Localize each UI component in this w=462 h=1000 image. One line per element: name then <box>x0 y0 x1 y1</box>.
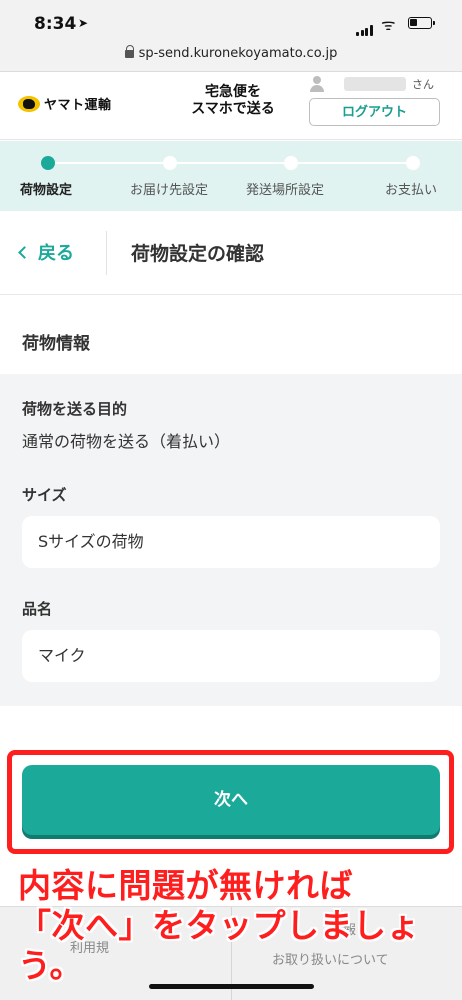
tagline-line-2: スマホで送る <box>191 101 275 117</box>
user-info: さん <box>310 76 434 92</box>
tagline-line-1: 宅急便を <box>205 84 261 100</box>
next-button[interactable]: 次へ <box>22 765 440 835</box>
logo-text: ヤマト運輸 <box>44 98 112 113</box>
wifi-icon: ᯤ <box>381 15 396 34</box>
location-arrow-icon: ➤ <box>78 16 89 30</box>
app-header: ヤマト運輸 宅急便を スマホで送る さん ログアウト <box>0 72 462 140</box>
user-icon <box>310 76 324 92</box>
parcel-info-form: 荷物を送る目的 通常の荷物を送る（着払い） サイズ Sサイズの荷物 品名 マイク <box>0 374 462 706</box>
page-title-bar: 戻る 荷物設定の確認 <box>0 211 462 295</box>
chevron-left-icon <box>18 245 31 259</box>
size-field[interactable]: Sサイズの荷物 <box>22 516 440 568</box>
yamato-logo[interactable]: ヤマト運輸 <box>18 94 112 113</box>
url-text: sp-send.kuronekoyamato.co.jp <box>138 46 338 61</box>
logout-button[interactable]: ログアウト <box>309 98 440 126</box>
step-label-3: 発送場所設定 <box>246 183 325 198</box>
user-name-suffix: さん <box>412 78 434 91</box>
purpose-label: 荷物を送る目的 <box>22 400 128 418</box>
size-label: サイズ <box>22 486 67 504</box>
cellular-signal-icon <box>356 17 374 36</box>
annotation-line-1: 内容に問題が無ければ <box>18 866 353 905</box>
lock-icon <box>124 45 135 58</box>
browser-url-bar[interactable]: sp-send.kuronekoyamato.co.jp <box>0 44 462 72</box>
step-label-1: 荷物設定 <box>20 183 73 198</box>
title-divider <box>106 231 107 275</box>
redacted-user-name <box>344 77 406 91</box>
step-label-4: お支払い <box>385 183 438 198</box>
battery-level <box>410 19 417 26</box>
step-dot-4 <box>406 156 420 170</box>
annotation-line-2: 「次へ」をタップしましょう。 <box>18 906 420 985</box>
item-name-label: 品名 <box>22 600 53 618</box>
status-time: 8:34 <box>34 14 77 34</box>
back-label: 戻る <box>38 243 74 264</box>
home-indicator[interactable] <box>149 984 314 989</box>
back-button[interactable]: 戻る <box>18 239 74 265</box>
purpose-value: 通常の荷物を送る（着払い） <box>22 432 231 451</box>
status-bar: 8:34 ➤ ᯤ <box>0 0 462 44</box>
black-cat-logo-icon <box>18 95 40 112</box>
annotation-caption: 内容に問題が無ければ 「次へ」をタップしましょう。 <box>18 866 462 986</box>
section-header: 荷物情報 <box>0 296 462 374</box>
step-label-2: お届け先設定 <box>130 183 209 198</box>
battery-icon <box>408 17 435 29</box>
service-tagline: 宅急便を スマホで送る <box>178 84 288 118</box>
section-title: 荷物情報 <box>22 334 90 354</box>
step-dot-3 <box>284 156 298 170</box>
progress-steps: 荷物設定 お届け先設定 発送場所設定 お支払い <box>0 141 462 211</box>
steps-track <box>48 162 414 164</box>
item-name-field[interactable]: マイク <box>22 630 440 682</box>
page-title: 荷物設定の確認 <box>131 243 265 265</box>
step-dot-1 <box>41 156 55 170</box>
step-dot-2 <box>163 156 177 170</box>
